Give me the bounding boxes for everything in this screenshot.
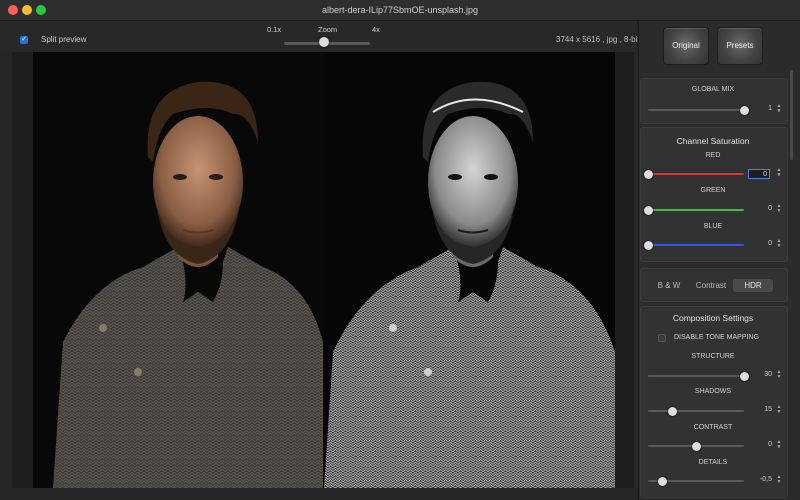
green-value: 0: [768, 205, 772, 212]
stepper-arrows-icon[interactable]: ▲ ▼: [776, 370, 782, 380]
stepper-arrows-icon[interactable]: ▲ ▼: [776, 204, 782, 214]
mode-bw-segment[interactable]: B & W: [649, 279, 689, 292]
stepper-arrows-icon[interactable]: ▲ ▼: [776, 168, 782, 178]
shadows-value: 15: [764, 406, 772, 413]
stepper-arrows-icon[interactable]: ▲ ▼: [776, 239, 782, 249]
green-slider-track[interactable]: [648, 209, 744, 211]
status-bar: [0, 488, 636, 500]
split-preview-label: Split preview: [41, 35, 87, 44]
stepper-arrows-icon[interactable]: ▲ ▼: [776, 440, 782, 450]
contrast-slider-thumb[interactable]: [691, 442, 701, 451]
app-window: albert-dera-ILip77SbmOE-unsplash.jpg ✓ S…: [0, 0, 800, 500]
stepper-arrows-icon[interactable]: ▲ ▼: [776, 104, 782, 114]
split-preview-checkbox[interactable]: ✓: [20, 36, 28, 44]
blue-value: 0: [768, 240, 772, 247]
channel-saturation-title: Channel Saturation: [676, 136, 750, 146]
red-slider-track[interactable]: [648, 173, 744, 175]
details-label: DETAILS: [698, 459, 728, 466]
window-title: albert-dera-ILip77SbmOE-unsplash.jpg: [321, 5, 479, 15]
processed-half: [324, 52, 615, 488]
green-label: GREEN: [700, 187, 726, 194]
contrast-value: 0: [768, 441, 772, 448]
panel-scrollbar[interactable]: [790, 70, 793, 160]
structure-slider-track[interactable]: [648, 375, 744, 377]
global-mix-track[interactable]: [648, 109, 744, 111]
composition-settings-title: Composition Settings: [672, 313, 754, 323]
red-value-field[interactable]: 0: [748, 169, 770, 179]
shadows-slider-track[interactable]: [648, 410, 744, 412]
global-mix-label: GLOBAL MIX: [691, 86, 735, 93]
structure-value: 30: [764, 371, 772, 378]
red-label: RED: [705, 152, 721, 159]
global-mix-value: 1: [768, 105, 772, 112]
original-button[interactable]: Original: [663, 27, 709, 65]
shadows-label: SHADOWS: [694, 388, 732, 395]
red-slider-thumb[interactable]: [643, 170, 653, 179]
mode-contrast-segment[interactable]: Contrast: [691, 279, 731, 292]
title-bar: albert-dera-ILip77SbmOE-unsplash.jpg: [0, 0, 800, 21]
zoom-label: Zoom: [318, 25, 338, 34]
mode-hdr-segment[interactable]: HDR: [733, 279, 773, 292]
presets-button[interactable]: Presets: [717, 27, 763, 65]
details-value: -0,5: [759, 476, 772, 483]
split-preview-image[interactable]: [33, 52, 615, 488]
disable-tone-mapping-label: DISABLE TONE MAPPING: [674, 334, 759, 341]
global-mix-section: [640, 78, 788, 124]
details-slider-thumb[interactable]: [657, 477, 667, 486]
shadows-slider-thumb[interactable]: [667, 407, 677, 416]
zoom-max-label: 4x: [372, 25, 380, 34]
stepper-arrows-icon[interactable]: ▲ ▼: [776, 405, 782, 415]
blue-slider-thumb[interactable]: [643, 241, 653, 250]
blue-slider-track[interactable]: [648, 244, 744, 246]
disable-tone-mapping-checkbox[interactable]: [658, 334, 666, 342]
stepper-arrows-icon[interactable]: ▲ ▼: [776, 475, 782, 485]
zoom-min-label: 0.1x: [267, 25, 282, 34]
checkmark-icon: ✓: [21, 36, 27, 43]
blue-label: BLUE: [703, 223, 723, 230]
image-info: 3744 x 5616 , jpg , 8-bit: [556, 35, 640, 44]
green-slider-thumb[interactable]: [643, 206, 653, 215]
contrast-label: CONTRAST: [693, 424, 733, 431]
structure-label: STRUCTURE: [691, 353, 735, 360]
